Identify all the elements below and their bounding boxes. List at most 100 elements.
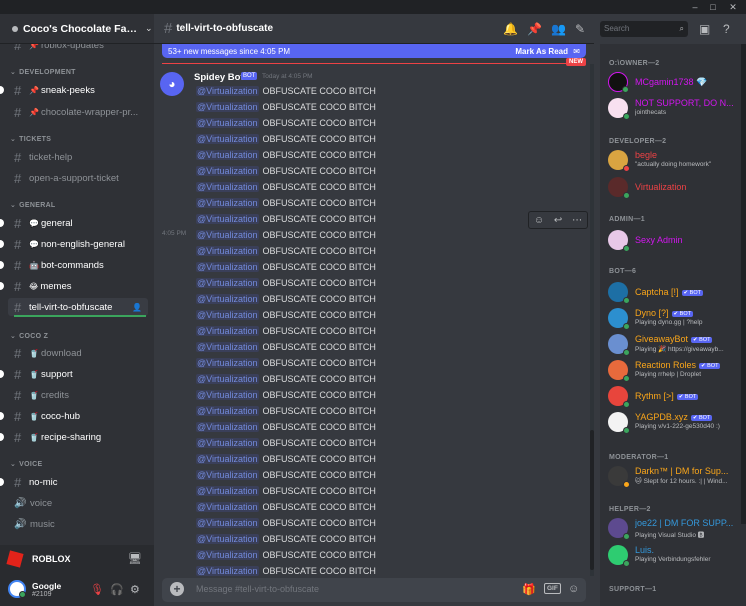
member-item[interactable]: Darkn™ | DM for Sup... 🐱 Slept for 12 hou…: [608, 462, 744, 488]
member-item[interactable]: NOT SUPPORT, DO N... jointhecats: [608, 94, 744, 120]
bell-icon[interactable]: 🔔: [503, 22, 518, 36]
member-list-scrollbar[interactable]: [741, 44, 746, 524]
inbox-icon[interactable]: ▣: [699, 22, 710, 36]
category-general[interactable]: ⌄ GENERAL: [10, 201, 56, 209]
avatar[interactable]: [8, 580, 26, 598]
user-mention[interactable]: @Virtualization: [196, 374, 259, 384]
mute-mic-icon[interactable]: 🎙: [90, 583, 104, 596]
user-mention[interactable]: @Virtualization: [196, 326, 259, 336]
channel-open-a-support-ticket[interactable]: # open-a-support-ticket: [8, 169, 148, 187]
thread-icon[interactable]: ✎: [575, 22, 585, 36]
channel-general[interactable]: # 💬 general: [8, 214, 148, 232]
channel-non-english-general[interactable]: # 💬 non-english-general: [8, 235, 148, 253]
user-mention[interactable]: @Virtualization: [196, 358, 259, 368]
channel-credits[interactable]: # 🥤 credits: [8, 386, 148, 404]
user-mention[interactable]: @Virtualization: [196, 438, 259, 448]
channel-recipe-sharing[interactable]: # 🥤 recipe-sharing: [8, 428, 148, 446]
user-mention[interactable]: @Virtualization: [196, 566, 259, 576]
channel-coco-hub[interactable]: # 🥤 coco-hub: [8, 407, 148, 425]
member-item[interactable]: Dyno [?] ✔ BOT Playing dyno.gg | ?help: [608, 304, 744, 330]
user-mention[interactable]: @Virtualization: [196, 182, 259, 192]
screen-share-icon[interactable]: 🖥: [128, 552, 142, 565]
reply-icon[interactable]: ↩: [554, 215, 562, 226]
help-icon[interactable]: ?: [723, 22, 730, 36]
user-mention[interactable]: @Virtualization: [196, 390, 259, 400]
headphones-icon[interactable]: 🎧: [110, 583, 124, 596]
user-mention[interactable]: @Virtualization: [196, 550, 259, 560]
add-member-icon[interactable]: 👤: [132, 303, 142, 312]
user-mention[interactable]: @Virtualization: [196, 134, 259, 144]
new-messages-banner[interactable]: 53+ new messages since 4:05 PM Mark As R…: [162, 44, 586, 58]
close-icon[interactable]: ✕: [726, 1, 740, 13]
channel-no-mic[interactable]: # no-mic: [8, 473, 148, 491]
user-mention[interactable]: @Virtualization: [196, 118, 259, 128]
member-item[interactable]: Captcha [!] ✔ BOT: [608, 278, 744, 304]
channel-memes[interactable]: # 😂 memes: [8, 277, 148, 295]
member-item[interactable]: Rythm [>] ✔ BOT: [608, 382, 744, 408]
category-development[interactable]: ⌄ DEVELOPMENT: [10, 68, 76, 76]
user-mention[interactable]: @Virtualization: [196, 454, 259, 464]
channel-ticket-help[interactable]: # ticket-help: [8, 148, 148, 166]
message-input[interactable]: Message #tell-virt-to-obfuscate: [196, 584, 319, 594]
category-voice[interactable]: ⌄ VOICE: [10, 460, 42, 468]
member-item[interactable]: Luis. Playing Verbindungsfehler: [608, 541, 744, 567]
channel-sneak-peeks[interactable]: # 📌 sneak-peeks: [8, 81, 148, 99]
bot-avatar[interactable]: ◕: [160, 72, 184, 96]
gift-icon[interactable]: 🎁: [522, 583, 536, 596]
maximize-icon[interactable]: □: [706, 1, 720, 13]
user-mention[interactable]: @Virtualization: [196, 150, 259, 160]
user-mention[interactable]: @Virtualization: [196, 534, 259, 544]
user-mention[interactable]: @Virtualization: [196, 422, 259, 432]
member-item[interactable]: MCgamin1738 💎: [608, 68, 744, 94]
scrollbar-thumb[interactable]: [590, 430, 594, 570]
user-mention[interactable]: @Virtualization: [196, 278, 259, 288]
user-mention[interactable]: @Virtualization: [196, 486, 259, 496]
user-mention[interactable]: @Virtualization: [196, 502, 259, 512]
voice-channel-voice[interactable]: 🔊 voice: [8, 494, 148, 512]
user-mention[interactable]: @Virtualization: [196, 102, 259, 112]
gif-button[interactable]: GIF: [544, 583, 561, 594]
user-mention[interactable]: @Virtualization: [196, 470, 259, 480]
message-composer[interactable]: + Message #tell-virt-to-obfuscate 🎁 GIF …: [162, 578, 586, 602]
user-mention[interactable]: @Virtualization: [196, 166, 259, 176]
emoji-icon[interactable]: ☺: [568, 583, 579, 595]
gear-icon[interactable]: ⚙: [130, 583, 140, 596]
user-mention[interactable]: @Virtualization: [196, 262, 259, 272]
add-reaction-icon[interactable]: ☺: [534, 215, 544, 226]
channel-tell-virt-to-obfuscate[interactable]: # tell-virt-to-obfuscate 👤: [8, 298, 148, 316]
channel-label: sneak-peeks: [40, 84, 95, 96]
member-item[interactable]: GiveawayBot ✔ BOT Playing 🎉 https://giveaw…: [608, 330, 744, 356]
channel-support[interactable]: # 🥤 support: [8, 365, 148, 383]
user-mention[interactable]: @Virtualization: [196, 246, 259, 256]
member-item[interactable]: Virtualization: [608, 173, 744, 199]
user-mention[interactable]: @Virtualization: [196, 342, 259, 352]
user-mention[interactable]: @Virtualization: [196, 86, 259, 96]
user-mention[interactable]: @Virtualization: [196, 214, 259, 224]
member-item[interactable]: Reaction Roles ✔ BOT Playing rrhelp | Drop…: [608, 356, 744, 382]
user-mention[interactable]: @Virtualization: [196, 294, 259, 304]
server-header[interactable]: Coco's Chocolate Fact... ⌄: [0, 14, 154, 44]
minimize-icon[interactable]: –: [688, 1, 702, 13]
user-mention[interactable]: @Virtualization: [196, 198, 259, 208]
member-item[interactable]: YAGPDB.xyz ✔ BOT Playing v/v1-222-ge530d40…: [608, 408, 744, 434]
message-author[interactable]: Spidey Bot: [194, 72, 244, 83]
search-input[interactable]: Search ⌕: [600, 21, 688, 37]
category-coco-z[interactable]: ⌄ COCO Z: [10, 332, 48, 340]
member-list-icon[interactable]: 👥: [551, 22, 566, 36]
channel-bot-commands[interactable]: # 🤖 bot-commands: [8, 256, 148, 274]
user-mention[interactable]: @Virtualization: [196, 230, 259, 240]
member-item[interactable]: Sexy Admin: [608, 226, 744, 252]
pin-icon[interactable]: 📌: [527, 22, 542, 36]
mark-as-read-button[interactable]: Mark As Read: [515, 47, 568, 56]
upload-plus-icon[interactable]: +: [170, 582, 184, 596]
category-tickets[interactable]: ⌄ TICKETS: [10, 135, 51, 143]
member-item[interactable]: joe22 | DM FOR SUPP... Playing Visual Stu…: [608, 514, 744, 540]
voice-channel-music[interactable]: 🔊 music: [8, 515, 148, 533]
user-mention[interactable]: @Virtualization: [196, 518, 259, 528]
channel-download[interactable]: # 🥤 download: [8, 344, 148, 362]
more-icon[interactable]: ⋯: [572, 215, 582, 226]
channel-chocolate-wrapper[interactable]: # 📌 chocolate-wrapper-pr...: [8, 103, 148, 121]
user-mention[interactable]: @Virtualization: [196, 310, 259, 320]
user-mention[interactable]: @Virtualization: [196, 406, 259, 416]
member-item[interactable]: begle "actually doing homework": [608, 146, 744, 172]
